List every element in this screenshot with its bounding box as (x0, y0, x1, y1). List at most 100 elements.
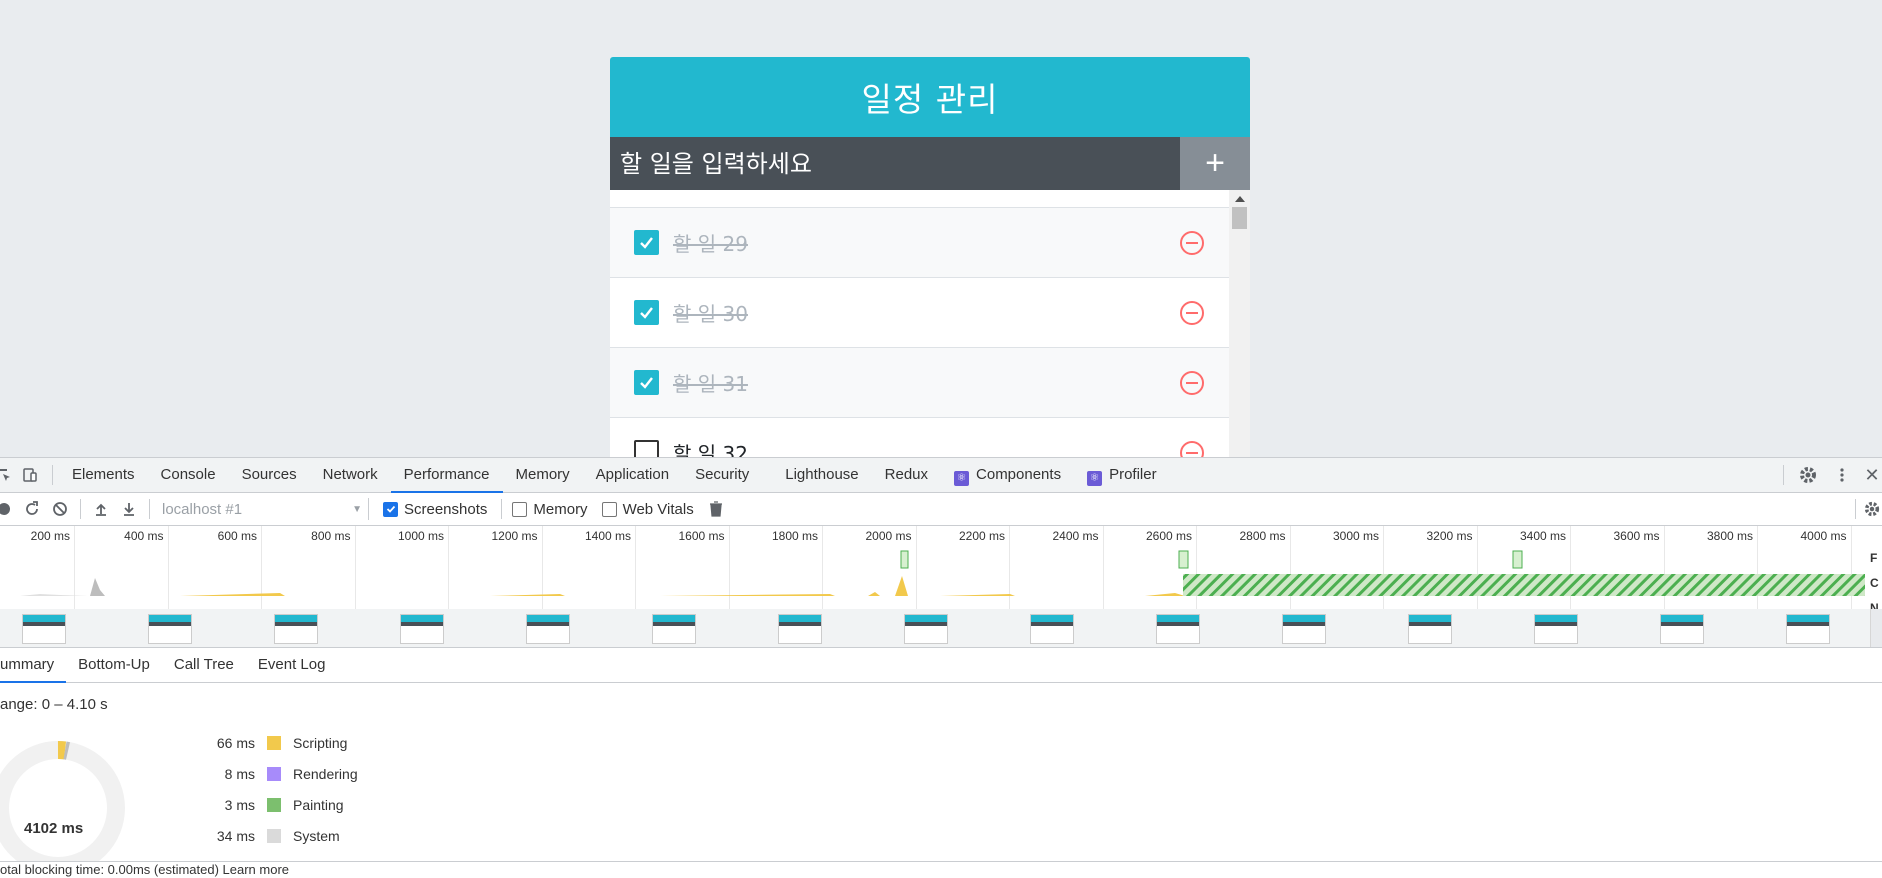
remove-circle-icon[interactable] (1179, 370, 1205, 396)
filmstrip-frame[interactable] (358, 609, 485, 647)
tab-security[interactable]: Security (682, 458, 762, 492)
add-button[interactable]: + (1180, 137, 1250, 190)
memory-checkbox[interactable]: Memory (512, 500, 588, 518)
tab-console[interactable]: Console (148, 458, 229, 492)
legend-swatch (267, 829, 281, 843)
tab-label: Memory (515, 466, 570, 483)
legend-label: Painting (293, 797, 344, 813)
screenshot-thumbnail (400, 614, 444, 644)
tab-label: Components (976, 466, 1062, 483)
todo-item[interactable]: 할 일 29 (610, 207, 1229, 277)
todo-item[interactable]: 할 일 32 (610, 417, 1229, 458)
toolbar-separator (149, 499, 150, 519)
filmstrip-frame[interactable] (610, 609, 737, 647)
record-icon[interactable] (0, 495, 18, 523)
details-tab-call-tree[interactable]: Call Tree (162, 648, 246, 682)
screenshot-thumbnail (1282, 614, 1326, 644)
screenshot-thumbnail (778, 614, 822, 644)
legend-row: 66 ms Scripting (150, 735, 348, 751)
app-title: 일정 관리 (610, 57, 1250, 137)
profile-select-value: localhost #1 (162, 500, 243, 518)
todo-item[interactable]: 할 일 31 (610, 347, 1229, 417)
tab-memory[interactable]: Memory (503, 458, 583, 492)
filmstrip-frame[interactable] (1114, 609, 1241, 647)
tab-performance[interactable]: Performance (390, 458, 503, 493)
filmstrip-frame[interactable] (106, 609, 233, 647)
tab-sources[interactable]: Sources (229, 458, 310, 492)
inspect-element-icon[interactable] (0, 465, 14, 485)
checkbox-checked-icon[interactable] (634, 370, 659, 395)
filmstrip-frame[interactable] (484, 609, 611, 647)
filmstrip-frame[interactable] (1744, 609, 1871, 647)
profile-select[interactable]: localhost #1 ▼ (162, 498, 369, 520)
tab-application[interactable]: Application (583, 458, 682, 492)
legend-swatch (267, 798, 281, 812)
tab-label: Application (595, 466, 670, 483)
device-toolbar-icon[interactable] (20, 465, 40, 485)
screenshot-thumbnail (1156, 614, 1200, 644)
toolbar-separator (501, 499, 503, 519)
scroll-up-arrow-icon[interactable] (1235, 196, 1245, 202)
legend-value: 66 ms (216, 735, 255, 751)
filmstrip-frame[interactable] (1492, 609, 1619, 647)
scrollbar-thumb[interactable] (1232, 207, 1247, 229)
details-tab-event-log[interactable]: Event Log (246, 648, 338, 682)
remove-circle-icon[interactable] (1179, 440, 1205, 458)
close-devtools-icon[interactable]: ✕ (1862, 465, 1882, 485)
more-options-icon[interactable] (1832, 465, 1852, 485)
list-scrollbar[interactable] (1229, 190, 1250, 458)
checkbox-empty-icon[interactable] (634, 440, 659, 458)
remove-circle-icon[interactable] (1179, 230, 1205, 256)
filmstrip-frame[interactable] (1366, 609, 1493, 647)
todo-item[interactable]: 할 일 30 (610, 277, 1229, 347)
filmstrip-frame[interactable] (988, 609, 1115, 647)
filmstrip-frame[interactable] (232, 609, 359, 647)
settings-gear-icon[interactable] (1798, 465, 1818, 485)
timeline-overview[interactable]: 200 ms 400 ms 600 ms 800 ms 1000 ms 1200 ms 14… (0, 526, 1882, 615)
memory-label: Memory (533, 500, 588, 518)
tab-label: Network (322, 466, 378, 483)
clear-icon[interactable] (46, 495, 74, 523)
screenshot-thumbnail (652, 614, 696, 644)
capture-settings-gear-icon[interactable] (1862, 499, 1882, 519)
screenshot-thumbnail (1660, 614, 1704, 644)
todo-list: 할 일 29 할 일 30 할 일 31 할 일 32 (610, 207, 1229, 458)
tab-network[interactable]: Network (310, 458, 391, 492)
save-profile-icon[interactable] (115, 495, 143, 523)
performance-toolbar: localhost #1 ▼ Screenshots Memory Web Vi… (0, 493, 1882, 526)
screenshot-filmstrip[interactable] (0, 609, 1882, 648)
toolbar-separator (1855, 499, 1856, 519)
tab-lighthouse[interactable]: Lighthouse (772, 458, 871, 492)
timeline-activity-graph (20, 550, 1865, 596)
details-tab-bottom-up[interactable]: Bottom-Up (66, 648, 162, 682)
todo-app: 일정 관리 + 할 일 29 할 일 30 할 일 31 할 일 32 (610, 57, 1250, 458)
reload-profile-icon[interactable] (18, 495, 46, 523)
legend-value: 8 ms (224, 766, 255, 782)
legend-value: 3 ms (224, 797, 255, 813)
tab-profiler[interactable]: ⚛ Profiler (1074, 458, 1170, 492)
todo-list-container: 할 일 29 할 일 30 할 일 31 할 일 32 (610, 190, 1250, 458)
tab-redux[interactable]: Redux (872, 458, 941, 492)
screenshots-checkbox[interactable]: Screenshots (383, 501, 487, 518)
tab-elements[interactable]: Elements (59, 458, 148, 492)
summary-range: ange: 0 – 4.10 s (0, 696, 108, 713)
summary-donut-chart (0, 741, 125, 875)
checkbox-checked-icon[interactable] (634, 300, 659, 325)
tab-components[interactable]: ⚛ Components (941, 458, 1074, 492)
filmstrip-frame[interactable] (1240, 609, 1367, 647)
checkbox-checked-icon[interactable] (634, 230, 659, 255)
filmstrip-frame[interactable] (862, 609, 989, 647)
remove-circle-icon[interactable] (1179, 300, 1205, 326)
web-vitals-checkbox[interactable]: Web Vitals (601, 500, 694, 518)
screenshot-thumbnail (1408, 614, 1452, 644)
todo-text: 할 일 32 (673, 442, 748, 458)
filmstrip-frame[interactable] (1618, 609, 1745, 647)
summary-pane: ange: 0 – 4.10 s 4102 ms 66 ms Scripting 8… (0, 683, 1882, 878)
filmstrip-frame[interactable] (736, 609, 863, 647)
filmstrip-frame[interactable] (0, 609, 107, 647)
trash-icon[interactable] (702, 495, 730, 523)
web-vitals-label: Web Vitals (622, 500, 694, 518)
todo-input[interactable] (610, 137, 1180, 190)
details-tab-ummary[interactable]: ummary (0, 648, 67, 683)
load-profile-icon[interactable] (87, 495, 115, 523)
